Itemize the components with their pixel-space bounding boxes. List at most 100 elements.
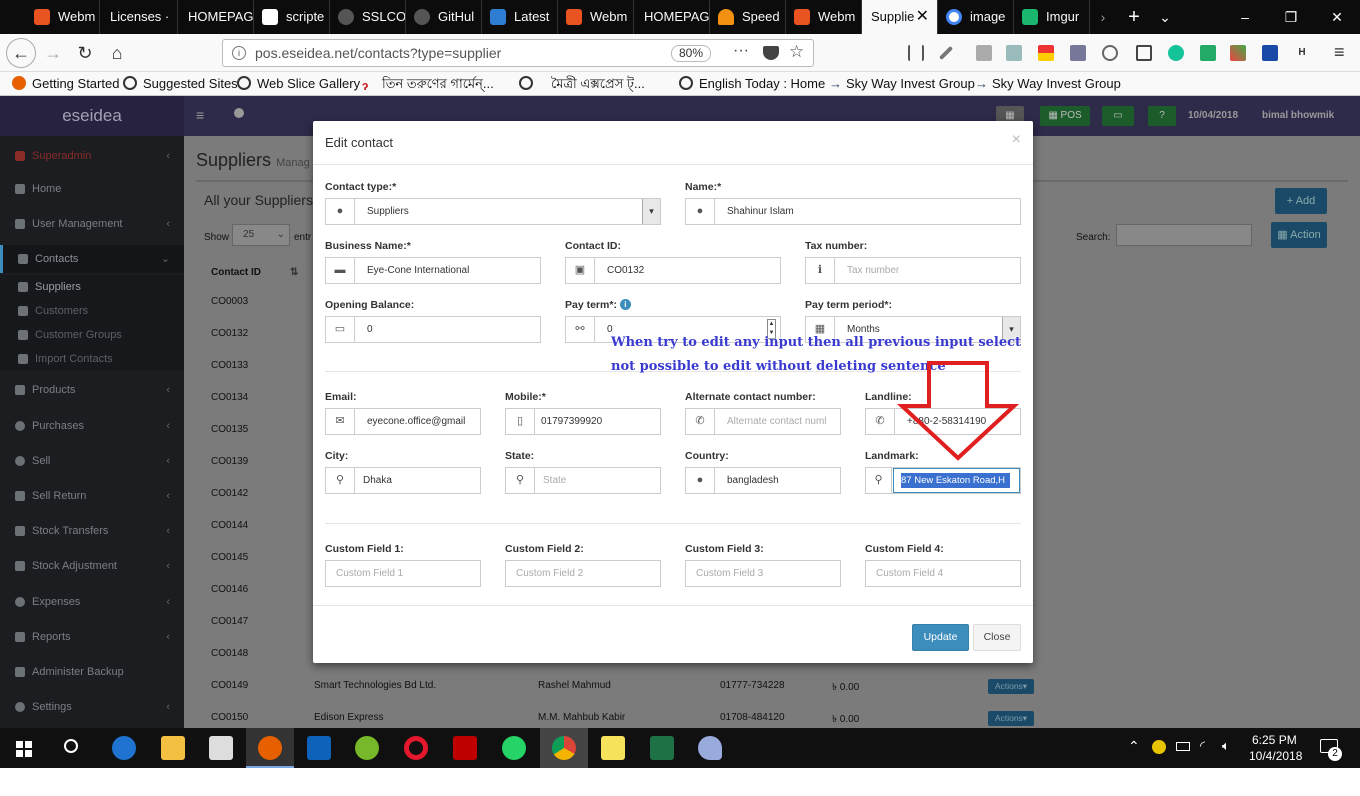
page-size-select[interactable]: 25 ⌄ [232, 224, 290, 246]
state-input[interactable]: ⚲ State [505, 467, 661, 494]
bookmark-item[interactable]: মৈত্রী এক্সপ্রেস ট্... [519, 72, 645, 96]
browser-tab[interactable]: image [938, 0, 1014, 34]
landmark-input[interactable]: ⚲ 87 New Eskaton Road,H [865, 467, 1021, 494]
address-bar[interactable]: i pos.eseidea.net/contacts?type=supplier… [222, 39, 814, 67]
chrome-icon[interactable] [552, 736, 576, 760]
clock-date[interactable]: 10/4/2018 [1249, 749, 1302, 763]
bookmark-item[interactable]: → Sky Way Invest Group [829, 72, 975, 96]
menu-icon[interactable]: ≡ [1334, 42, 1345, 63]
opera-icon[interactable] [404, 736, 428, 760]
alternate-contact-input[interactable]: ✆ Alternate contact numl [685, 408, 841, 435]
file-explorer-icon[interactable] [161, 736, 185, 760]
page-actions-icon[interactable]: ··· [733, 42, 749, 60]
sidebar-item-suppliers[interactable]: Suppliers [0, 275, 184, 299]
email-input[interactable]: ✉ eyecone.office@gmail [325, 408, 481, 435]
tab-list-icon[interactable]: ⌄ [1150, 0, 1180, 34]
tax-number-input[interactable]: ℹ Tax number [805, 257, 1021, 284]
tools-icon[interactable] [1200, 45, 1216, 61]
country-input[interactable]: ● bangladesh [685, 467, 841, 494]
windows-start-icon[interactable] [16, 741, 32, 757]
cross-tools-icon[interactable] [1230, 45, 1246, 61]
grammarly-icon[interactable] [1168, 45, 1184, 61]
browser-tab[interactable]: Latest [482, 0, 558, 34]
edge-icon[interactable] [112, 736, 136, 760]
restore-icon[interactable]: ❐ [1268, 0, 1314, 34]
info-circle-icon[interactable]: i [619, 299, 631, 310]
store-icon[interactable] [209, 736, 233, 760]
reader-icon[interactable] [976, 45, 992, 61]
opening-balance-input[interactable]: ▭ 0 [325, 316, 541, 343]
close-tab-icon[interactable]: ✕ [916, 0, 929, 34]
actions-dropdown[interactable]: Actions▾ [988, 679, 1034, 694]
sidebar-item-sell[interactable]: Sell ‹ [0, 447, 184, 475]
sidebar-item-settings[interactable]: Settings ‹ [0, 693, 184, 721]
bookmark-item[interactable]: → Sky Way Invest Group [975, 72, 1121, 96]
browser-tab[interactable]: HOMEPAG [634, 0, 710, 34]
name-input[interactable]: ● Shahinur Islam [685, 198, 1021, 225]
bookmark-item[interactable]: Suggested Sites [123, 72, 238, 96]
mobile-input[interactable]: ▯ 01797399920 [505, 408, 661, 435]
custom-field-2-input[interactable]: Custom Field 2 [505, 560, 661, 587]
eyedropper-icon[interactable] [938, 45, 954, 61]
sidebar-item-expenses[interactable]: Expenses ‹ [0, 588, 184, 616]
browser-tab[interactable]: Webm [26, 0, 100, 34]
wifi-icon[interactable]: ◜ [1200, 738, 1205, 754]
browser-tab[interactable]: Licenses · [100, 0, 178, 34]
excel-icon[interactable] [650, 736, 674, 760]
browser-tab-active[interactable]: Supplie ✕ [862, 0, 938, 34]
bookmark-item[interactable]: English Today : Home [679, 72, 825, 96]
browser-tab[interactable]: Imgur [1014, 0, 1090, 34]
back-icon[interactable]: ← [6, 38, 36, 68]
new-tab-icon[interactable]: + [1120, 0, 1148, 34]
tray-app-icon[interactable] [1152, 740, 1166, 754]
browser-tab[interactable]: Webm [558, 0, 634, 34]
sticky-notes-icon[interactable] [601, 736, 625, 760]
browser-tab[interactable]: Webm [786, 0, 862, 34]
sidebar-item-superadmin[interactable]: Superadmin ‹ [0, 142, 184, 170]
sidebar-item-contacts[interactable]: Contacts ⌄ [0, 245, 184, 273]
hamburger-icon[interactable]: ≡ [196, 107, 204, 123]
city-input[interactable]: ⚲ Dhaka [325, 467, 481, 494]
sidebar-item-home[interactable]: Home [0, 175, 184, 203]
browser-tab[interactable]: SSLCO [330, 0, 406, 34]
custom-field-3-input[interactable]: Custom Field 3 [685, 560, 841, 587]
screen-icon[interactable] [1070, 45, 1086, 61]
utorrent-icon[interactable] [355, 736, 379, 760]
user-menu[interactable]: bimal bhowmik [1262, 110, 1334, 121]
sidebar-item-products[interactable]: Products ‹ [0, 376, 184, 404]
bookmark-item[interactable]: ɂ তিন তরুণের গার্মেন্... [362, 72, 494, 96]
sidebar-item-customer-groups[interactable]: Customer Groups [0, 323, 184, 347]
sidebar-item-import-contacts[interactable]: Import Contacts [0, 347, 184, 371]
library-icon[interactable] [908, 45, 924, 61]
business-name-input[interactable]: ▬ Eye-Cone International [325, 257, 541, 284]
search-icon[interactable] [64, 739, 78, 753]
update-button[interactable]: Update [912, 624, 969, 651]
paint-icon[interactable] [698, 736, 722, 760]
custom-field-4-input[interactable]: Custom Field 4 [865, 560, 1021, 587]
minimize-icon[interactable]: – [1222, 0, 1268, 34]
search-input[interactable] [1116, 224, 1252, 246]
cash-button[interactable]: ▭ [1102, 106, 1134, 126]
info-circle-icon[interactable] [234, 108, 244, 118]
sidebar-item-administer-backup[interactable]: Administer Backup [0, 658, 184, 686]
news-icon[interactable] [1262, 45, 1278, 61]
browser-tab[interactable]: scripte [254, 0, 330, 34]
bookmark-item[interactable]: Getting Started [12, 72, 119, 96]
close-window-icon[interactable]: ✕ [1314, 0, 1360, 34]
modal-close-icon[interactable]: × [1012, 131, 1021, 149]
whatsapp-icon[interactable] [502, 736, 526, 760]
firefox-icon[interactable] [258, 736, 282, 760]
bookmark-star-icon[interactable]: ☆ [789, 42, 804, 62]
add-button[interactable]: + Add [1275, 188, 1327, 214]
close-button[interactable]: Close [973, 624, 1021, 651]
tray-chevron-icon[interactable]: ⌃ [1128, 738, 1140, 755]
browser-tab[interactable]: Speed [710, 0, 786, 34]
outlook-icon[interactable] [307, 736, 331, 760]
sidebar-item-user-management[interactable]: User Management ‹ [0, 210, 184, 238]
actions-dropdown[interactable]: Actions▾ [988, 711, 1034, 726]
sidebar-icon[interactable] [1136, 45, 1152, 61]
zoom-indicator[interactable]: 80% [671, 45, 711, 62]
sidebar-item-stock-adjustment[interactable]: Stock Adjustment ‹ [0, 552, 184, 580]
help-button[interactable]: ? [1148, 106, 1176, 126]
tab-scroll-right-icon[interactable]: › [1090, 0, 1116, 34]
